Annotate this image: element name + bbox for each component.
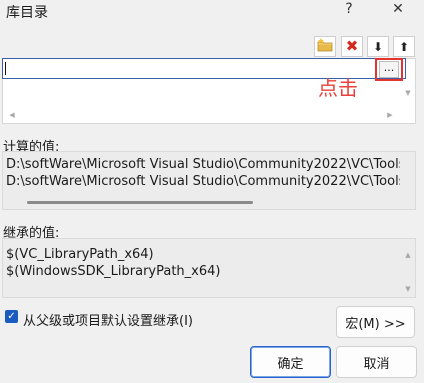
move-down-button[interactable]: ⬇	[367, 36, 389, 57]
scroll-down-arrow-icon[interactable]: ▼	[403, 89, 413, 97]
help-button[interactable]: ?	[335, 0, 363, 22]
evaluated-horizontal-scrollbar[interactable]	[27, 201, 253, 204]
annotation-text: 点击	[318, 76, 358, 100]
new-folder-icon	[317, 37, 333, 56]
delete-line-button[interactable]: ✖	[341, 36, 363, 57]
annotation-highlight-box	[375, 58, 403, 81]
evaluated-line-2: D:\softWare\Microsoft Visual Studio\Comm…	[6, 174, 400, 189]
list-horizontal-scrollbar[interactable]: ◀ ▶	[3, 107, 406, 123]
scroll-left-arrow-icon[interactable]: ◀	[7, 111, 17, 119]
scroll-right-arrow-icon[interactable]: ▶	[385, 111, 395, 119]
new-line-button[interactable]	[314, 36, 336, 57]
inherited-line-1: $(VC_LibraryPath_x64)	[6, 247, 154, 262]
inherited-scroll-down-icon[interactable]: ▼	[403, 285, 413, 293]
macros-button[interactable]: 宏(M) >>	[336, 306, 415, 338]
delete-icon: ✖	[345, 37, 359, 55]
checkmark-icon: ✓	[7, 311, 16, 322]
inherit-checkbox-label[interactable]: 从父级或项目默认设置继承(I)	[23, 310, 193, 329]
move-up-button[interactable]: ⬆	[393, 36, 415, 57]
cancel-button[interactable]: 取消	[336, 346, 417, 378]
arrow-up-icon: ⬆	[398, 39, 410, 54]
inherited-line-2: $(WindowsSDK_LibraryPath_x64)	[6, 264, 221, 279]
inherited-scroll-up-icon[interactable]: ▲	[403, 251, 413, 259]
ok-button[interactable]: 确定	[250, 346, 331, 378]
window-title: 库目录	[6, 5, 48, 21]
evaluated-line-1: D:\softWare\Microsoft Visual Studio\Comm…	[6, 157, 400, 172]
text-caret	[5, 62, 6, 75]
inherit-checkbox[interactable]: ✓	[5, 310, 18, 323]
close-button[interactable]: ✕	[384, 0, 412, 22]
arrow-down-icon: ⬇	[372, 39, 384, 54]
inherited-values-box: $(VC_LibraryPath_x64) $(WindowsSDK_Libra…	[2, 238, 416, 298]
